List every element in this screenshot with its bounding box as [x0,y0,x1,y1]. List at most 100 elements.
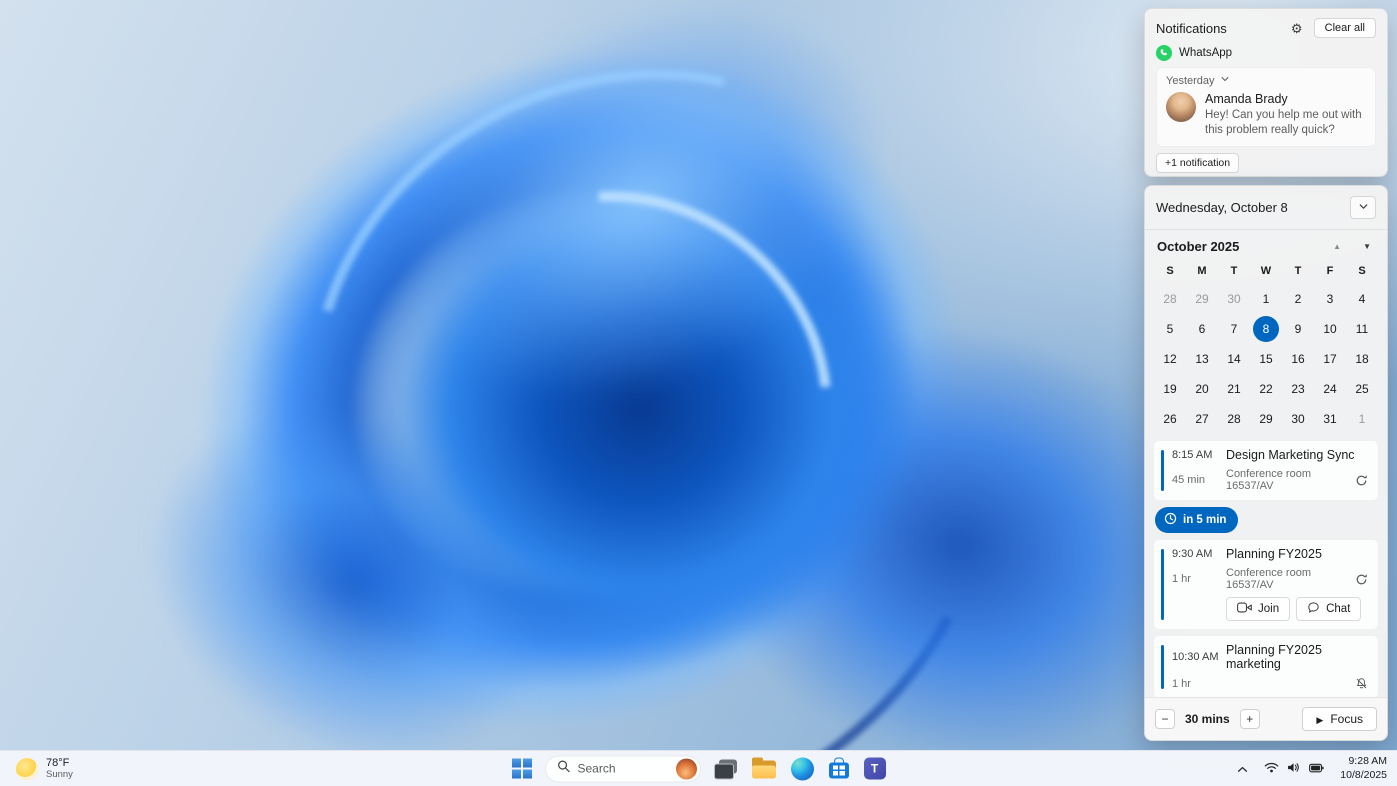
recurring-icon [1355,573,1368,586]
task-view-button[interactable] [712,757,739,780]
weather-temp: 78°F [46,757,70,769]
calendar-day[interactable]: 3 [1314,284,1346,314]
button-label: Join [1258,603,1280,615]
event-card[interactable]: 9:30 AM Planning FY2025 1 hr Conference roo… [1153,539,1379,630]
calendar-day[interactable]: 29 [1250,404,1282,434]
join-button[interactable]: Join [1226,597,1291,621]
event-title: Design Marketing Sync [1226,448,1355,462]
start-button[interactable] [510,757,534,781]
calendar-day[interactable]: 14 [1218,344,1250,374]
time-until-event-badge[interactable]: in 5 min [1155,507,1239,533]
calendar-day[interactable]: 5 [1154,314,1186,344]
increase-duration-button[interactable] [1239,709,1260,729]
event-card[interactable]: 8:15 AM Design Marketing Sync 45 min Confer… [1153,440,1379,501]
search-box[interactable]: Search [544,755,701,782]
notification-sender: Amanda Brady [1205,92,1288,106]
event-actions: Join Chat [1226,597,1368,621]
focus-button[interactable]: Focus [1302,707,1377,731]
calendar-day[interactable]: 11 [1346,314,1378,344]
calendar-day[interactable]: 30 [1218,284,1250,314]
event-location: Conference room 16537/AV [1226,468,1311,492]
calendar-day[interactable]: 31 [1314,404,1346,434]
calendar-day[interactable]: 26 [1154,404,1186,434]
taskbar-tray: 9:28 AM 10/8/2025 [1233,751,1391,786]
search-highlight-image[interactable] [675,758,697,779]
more-notifications-button[interactable]: +1 notification [1156,152,1240,173]
teams-button[interactable] [862,756,888,782]
notification-settings-button[interactable]: ⚙ [1287,18,1307,38]
badge-label: in 5 min [1183,514,1227,526]
decrease-duration-button[interactable] [1155,709,1175,729]
calendar-day[interactable]: 28 [1218,404,1250,434]
event-card[interactable]: 10:30 AM Planning FY2025 marketing 1 hr [1153,635,1379,697]
taskbar-center: Search [510,755,888,782]
play-icon [1316,712,1323,726]
calendar-day[interactable]: 25 [1346,374,1378,404]
calendar-day[interactable]: 1 [1250,284,1282,314]
calendar-day[interactable]: 22 [1250,374,1282,404]
calendar-prev-month-button[interactable]: ▲ [1331,241,1343,253]
tray-chevron-button[interactable] [1233,757,1252,780]
calendar-day[interactable]: 4 [1346,284,1378,314]
taskbar-clock[interactable]: 9:28 AM 10/8/2025 [1340,755,1391,782]
calendar-day[interactable]: 19 [1154,374,1186,404]
calendar-day-header: W [1260,265,1272,277]
calendar-day[interactable]: 23 [1282,374,1314,404]
calendar-day[interactable]: 21 [1218,374,1250,404]
calendar-day[interactable]: 8 [1250,314,1282,344]
calendar-day[interactable]: 10 [1314,314,1346,344]
calendar-next-month-button[interactable]: ▼ [1361,241,1373,253]
gear-icon: ⚙ [1290,20,1303,36]
calendar-day[interactable]: 1 [1346,404,1378,434]
clear-all-button[interactable]: Clear all [1313,18,1376,38]
whatsapp-icon [1156,45,1172,61]
calendar-day[interactable]: 24 [1314,374,1346,404]
focus-duration-label: 30 mins [1185,712,1230,726]
now-badge-row: in 5 min [1153,506,1379,534]
notifications-title: Notifications [1156,20,1227,36]
calendar-date-header: Wednesday, October 8 [1156,200,1288,215]
calendar-day[interactable]: 28 [1154,284,1186,314]
edge-button[interactable] [789,755,816,782]
events-list: 8:15 AM Design Marketing Sync 45 min Confer… [1145,438,1387,697]
chat-icon [1307,601,1320,617]
focus-session-bar: 30 mins Focus [1145,697,1387,740]
calendar-day[interactable]: 2 [1282,284,1314,314]
notifications-header-actions: ⚙ Clear all [1287,18,1376,38]
calendar-day[interactable]: 16 [1282,344,1314,374]
notification-body: Amanda Brady Hey! Can you help me out wi… [1166,92,1366,138]
notification-group-header[interactable]: WhatsApp [1156,45,1376,61]
calendar-day[interactable]: 29 [1186,284,1218,314]
taskbar: 78°F Sunny Search T 9:28 AM 10/8/2025 [0,750,1397,786]
notification-time-section-row[interactable]: Yesterday [1166,74,1366,87]
calendar-day[interactable]: 20 [1186,374,1218,404]
calendar-day[interactable]: 18 [1346,344,1378,374]
calendar-day[interactable]: 12 [1154,344,1186,374]
focus-button-label: Focus [1330,712,1363,726]
search-icon [557,760,570,778]
calendar-day[interactable]: 15 [1250,344,1282,374]
calendar-day[interactable]: 7 [1218,314,1250,344]
calendar-day[interactable]: 17 [1314,344,1346,374]
event-duration: 1 hr [1172,573,1191,585]
calendar-grid: S M T W T F S 28 29 30 1 2 3 4 5 6 7 8 9 10 11 12 13 14 15 16 17 18… [1145,256,1387,438]
notification-card[interactable]: Yesterday Amanda Brady Hey! Can you help… [1156,67,1376,147]
calendar-day[interactable]: 6 [1186,314,1218,344]
calendar-day[interactable]: 27 [1186,404,1218,434]
desktop: Notifications ⚙ Clear all WhatsApp Yeste… [0,0,1397,786]
system-tray[interactable] [1258,755,1330,783]
chevron-down-icon [1220,74,1230,87]
weather-widget[interactable]: 78°F Sunny [8,751,81,786]
calendar-day[interactable]: 30 [1282,404,1314,434]
file-explorer-button[interactable] [750,757,778,781]
notifications-header: Notifications ⚙ Clear all [1156,18,1376,38]
chat-button[interactable]: Chat [1296,597,1362,621]
calendar-day[interactable]: 13 [1186,344,1218,374]
battery-icon [1309,760,1324,778]
calendar-month-row: October 2025 ▲ ▼ [1145,230,1387,256]
store-button[interactable] [827,757,851,781]
calendar-collapse-button[interactable] [1350,196,1376,219]
chevron-down-icon [1358,200,1369,215]
notifications-panel: Notifications ⚙ Clear all WhatsApp Yeste… [1144,8,1388,177]
calendar-day[interactable]: 9 [1282,314,1314,344]
